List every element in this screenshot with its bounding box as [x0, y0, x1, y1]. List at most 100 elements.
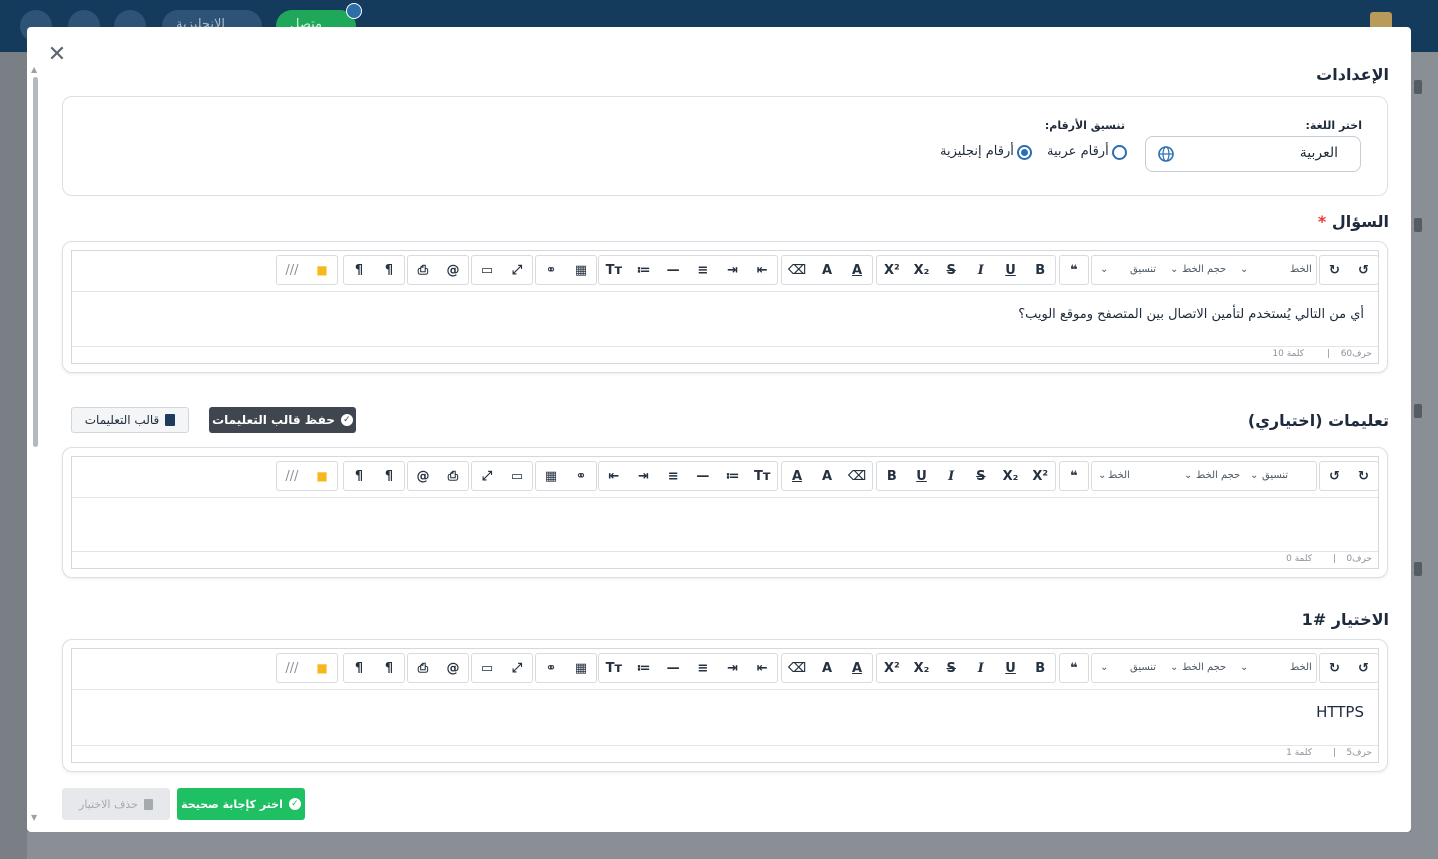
clear-format-icon[interactable]: /// — [277, 654, 307, 682]
font-dropdowns[interactable]: ⌄ تنسيق ⌄ حجم الخط ⌄ الخط — [1091, 653, 1317, 683]
superscript-icon[interactable]: X² — [877, 256, 907, 284]
horizontal-rule-icon[interactable]: — — [688, 462, 718, 490]
font-dropdowns[interactable]: ⌄ الخط ⌄ حجم الخط ⌄ تنسيق — [1091, 461, 1317, 491]
underline-icon[interactable]: U — [907, 462, 937, 490]
folder-icon[interactable]: ■ — [307, 256, 337, 284]
link-icon[interactable]: ⚭ — [566, 462, 596, 490]
underline-icon[interactable]: U — [996, 256, 1026, 284]
table-icon[interactable]: ▦ — [566, 256, 596, 284]
text-size-icon[interactable]: Tт — [599, 654, 629, 682]
highlight-color-icon[interactable]: A — [812, 462, 842, 490]
mention-icon[interactable]: @ — [438, 654, 468, 682]
horizontal-rule-icon[interactable]: — — [658, 654, 688, 682]
ltr-icon[interactable]: ¶ — [344, 462, 374, 490]
font-dropdowns[interactable]: ⌄ تنسيق ⌄ حجم الخط ⌄ الخط — [1091, 255, 1317, 285]
close-icon[interactable]: ✕ — [47, 44, 67, 66]
outdent-icon[interactable]: ⇤ — [747, 256, 777, 284]
rtl-icon[interactable]: ¶ — [374, 256, 404, 284]
underline-icon[interactable]: U — [996, 654, 1026, 682]
eraser-icon[interactable]: ⌫ — [782, 256, 812, 284]
font-dropdown[interactable]: الخط — [1108, 470, 1130, 481]
highlight-color-icon[interactable]: A — [812, 256, 842, 284]
superscript-icon[interactable]: X² — [877, 654, 907, 682]
font-size-dropdown[interactable]: حجم الخط — [1182, 264, 1226, 275]
indent-icon[interactable]: ⇥ — [718, 654, 748, 682]
align-icon[interactable]: ≡ — [688, 654, 718, 682]
quote-icon[interactable]: ❝ — [1060, 256, 1088, 284]
fullscreen-icon[interactable]: ⤢ — [502, 256, 532, 284]
preview-icon[interactable]: ▭ — [472, 256, 502, 284]
fullscreen-icon[interactable]: ⤢ — [472, 462, 502, 490]
align-icon[interactable]: ≡ — [658, 462, 688, 490]
language-select[interactable]: العربية — [1145, 136, 1361, 172]
subscript-icon[interactable]: X₂ — [907, 654, 937, 682]
choice-text[interactable]: HTTPS — [1316, 703, 1364, 721]
link-icon[interactable]: ⚭ — [536, 654, 566, 682]
link-icon[interactable]: ⚭ — [536, 256, 566, 284]
outdent-icon[interactable]: ⇤ — [747, 654, 777, 682]
redo-icon[interactable]: ↻ — [1320, 654, 1349, 682]
align-icon[interactable]: ≡ — [688, 256, 718, 284]
ordered-list-icon[interactable]: ≔ — [629, 654, 659, 682]
highlight-color-icon[interactable]: A — [812, 654, 842, 682]
save-template-button[interactable]: حفظ قالب التعليمات ✓ — [209, 407, 356, 433]
strikethrough-icon[interactable]: S — [936, 256, 966, 284]
print-icon[interactable]: ⎙ — [438, 462, 468, 490]
italic-icon[interactable]: I — [936, 462, 966, 490]
italic-icon[interactable]: I — [966, 256, 996, 284]
text-size-icon[interactable]: Tт — [747, 462, 777, 490]
undo-icon[interactable]: ↺ — [1349, 256, 1378, 284]
redo-icon[interactable]: ↻ — [1349, 462, 1378, 490]
font-size-dropdown[interactable]: حجم الخط — [1182, 662, 1226, 673]
mark-correct-button[interactable]: اختر كإجابة صحيحة ✓ — [177, 788, 305, 820]
indent-icon[interactable]: ⇥ — [718, 256, 748, 284]
scroll-down-icon[interactable]: ▼ — [31, 813, 37, 822]
template-button[interactable]: قالب التعليمات — [71, 407, 189, 433]
strikethrough-icon[interactable]: S — [966, 462, 996, 490]
font-color-icon[interactable]: A — [842, 654, 872, 682]
undo-icon[interactable]: ↺ — [1320, 462, 1349, 490]
preview-icon[interactable]: ▭ — [472, 654, 502, 682]
bold-icon[interactable]: B — [877, 462, 907, 490]
format-dropdown[interactable]: تنسيق — [1130, 264, 1156, 275]
folder-icon[interactable]: ■ — [307, 654, 337, 682]
scroll-up-icon[interactable]: ▲ — [31, 65, 37, 74]
radio-english-numbers[interactable] — [1017, 145, 1032, 160]
subscript-icon[interactable]: X₂ — [996, 462, 1026, 490]
radio-arabic-numbers[interactable] — [1112, 145, 1127, 160]
font-size-dropdown[interactable]: حجم الخط — [1196, 470, 1240, 481]
redo-icon[interactable]: ↻ — [1320, 256, 1349, 284]
eraser-icon[interactable]: ⌫ — [842, 462, 872, 490]
italic-icon[interactable]: I — [966, 654, 996, 682]
mention-icon[interactable]: @ — [408, 462, 438, 490]
font-color-icon[interactable]: A — [782, 462, 812, 490]
delete-choice-button[interactable]: حذف الاختيار — [62, 788, 170, 820]
table-icon[interactable]: ▦ — [536, 462, 566, 490]
bold-icon[interactable]: B — [1025, 256, 1055, 284]
mention-icon[interactable]: @ — [438, 256, 468, 284]
superscript-icon[interactable]: X² — [1025, 462, 1055, 490]
print-icon[interactable]: ⎙ — [408, 256, 438, 284]
ordered-list-icon[interactable]: ≔ — [629, 256, 659, 284]
subscript-icon[interactable]: X₂ — [907, 256, 937, 284]
clear-format-icon[interactable]: /// — [277, 462, 307, 490]
rtl-icon[interactable]: ¶ — [374, 654, 404, 682]
format-dropdown[interactable]: تنسيق — [1130, 662, 1156, 673]
ordered-list-icon[interactable]: ≔ — [718, 462, 748, 490]
font-dropdown[interactable]: الخط — [1290, 264, 1312, 275]
question-text[interactable]: أي من التالي يُستخدم لتأمين الاتصال بين … — [1018, 307, 1364, 322]
outdent-icon[interactable]: ⇤ — [599, 462, 629, 490]
format-dropdown[interactable]: تنسيق — [1262, 470, 1288, 481]
quote-icon[interactable]: ❝ — [1060, 654, 1088, 682]
strikethrough-icon[interactable]: S — [936, 654, 966, 682]
ltr-icon[interactable]: ¶ — [344, 256, 374, 284]
eraser-icon[interactable]: ⌫ — [782, 654, 812, 682]
font-color-icon[interactable]: A — [842, 256, 872, 284]
quote-icon[interactable]: ❝ — [1060, 462, 1088, 490]
scrollbar-thumb[interactable] — [33, 77, 38, 447]
font-dropdown[interactable]: الخط — [1290, 662, 1312, 673]
bold-icon[interactable]: B — [1025, 654, 1055, 682]
print-icon[interactable]: ⎙ — [408, 654, 438, 682]
preview-icon[interactable]: ▭ — [502, 462, 532, 490]
text-size-icon[interactable]: Tт — [599, 256, 629, 284]
